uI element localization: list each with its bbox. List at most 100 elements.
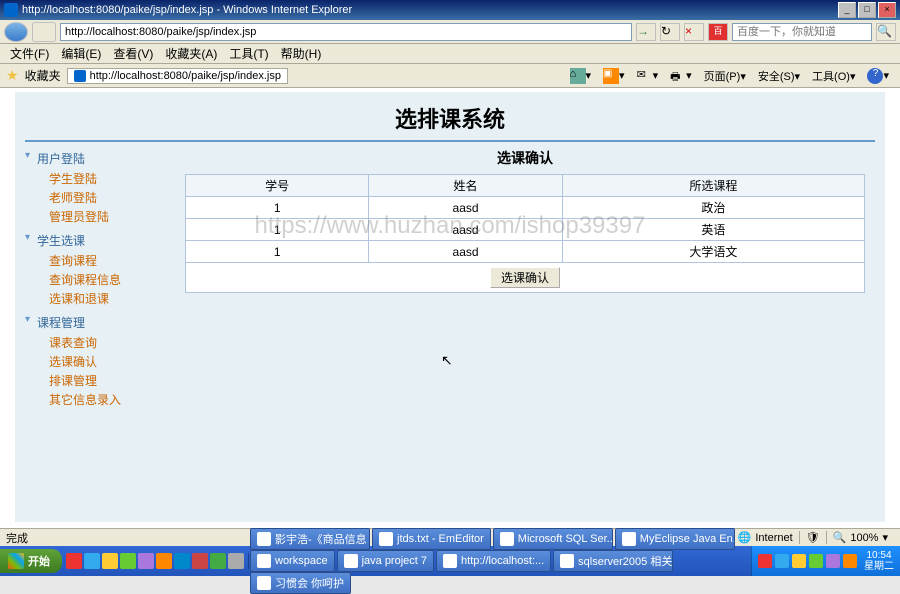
sidebar-item[interactable]: 查询课程信息 <box>25 270 175 289</box>
task-label: java project 7 <box>362 555 427 567</box>
taskbar-task[interactable]: 习惯会 你呵护 <box>250 572 351 594</box>
sidebar-item[interactable]: 管理员登陆 <box>25 207 175 226</box>
sidebar-item[interactable]: 其它信息录入 <box>25 390 175 409</box>
table-cell: aasd <box>369 219 562 241</box>
ql-icon[interactable] <box>138 553 154 569</box>
browser-tab[interactable]: http://localhost:8080/paike/jsp/index.js… <box>67 68 288 84</box>
taskbar-task[interactable]: sqlserver2005 相关 <box>553 550 673 572</box>
ql-icon[interactable] <box>156 553 172 569</box>
safety-menu[interactable]: 安全(S)▾ <box>753 66 805 86</box>
sidebar-item[interactable]: 查询课程 <box>25 251 175 270</box>
sidebar-group-header[interactable]: 用户登陆 <box>25 148 175 169</box>
table-cell: 1 <box>186 219 369 241</box>
mail-button[interactable]: ✉▾ <box>632 66 664 86</box>
tray-icon[interactable] <box>792 554 806 568</box>
tray-icon[interactable] <box>809 554 823 568</box>
table-cell: 政治 <box>562 197 864 219</box>
print-button[interactable]: 🖶▾ <box>665 66 697 86</box>
task-label: Microsoft SQL Ser... <box>518 533 613 545</box>
confirm-button[interactable]: 选课确认 <box>490 267 560 288</box>
taskbar-task[interactable]: jtds.txt - EmEditor <box>372 528 491 550</box>
sidebar-group-header[interactable]: 学生选课 <box>25 230 175 251</box>
sidebar-item[interactable]: 选课和退课 <box>25 289 175 308</box>
tray-icon[interactable] <box>826 554 840 568</box>
sidebar-item[interactable]: 老师登陆 <box>25 188 175 207</box>
sidebar: 用户登陆学生登陆老师登陆管理员登陆学生选课查询课程查询课程信息选课和退课课程管理… <box>25 148 175 413</box>
address-input[interactable] <box>60 23 632 41</box>
menu-help[interactable]: 帮助(H) <box>275 43 328 64</box>
ql-icon[interactable] <box>174 553 190 569</box>
task-label: MyEclipse Java En... <box>640 533 735 545</box>
window-title: http://localhost:8080/paike/jsp/index.js… <box>22 4 352 16</box>
table-cell: 1 <box>186 197 369 219</box>
ql-icon[interactable] <box>210 553 226 569</box>
task-icon <box>344 554 358 568</box>
menu-view[interactable]: 查看(V) <box>107 43 159 64</box>
taskbar-task[interactable]: http://localhost:... <box>436 550 551 572</box>
close-button[interactable]: × <box>878 2 896 18</box>
task-label: 影宇浩-《商品信息 <box>275 531 367 547</box>
zoom-icon: 🔍 <box>833 531 847 544</box>
menu-edit[interactable]: 编辑(E) <box>55 43 107 64</box>
menu-favorites[interactable]: 收藏夹(A) <box>159 43 223 64</box>
task-icon <box>379 532 393 546</box>
divider <box>25 140 875 142</box>
stop-button[interactable]: × <box>684 23 704 41</box>
taskbar-task[interactable]: Microsoft SQL Ser... <box>493 528 613 550</box>
favorites-star-icon[interactable]: ★ <box>6 67 19 84</box>
table-cell: aasd <box>369 197 562 219</box>
page-menu[interactable]: 页面(P)▾ <box>699 66 751 86</box>
maximize-button[interactable]: □ <box>858 2 876 18</box>
sidebar-item[interactable]: 课表查询 <box>25 333 175 352</box>
tray-icon[interactable] <box>843 554 857 568</box>
task-icon <box>257 554 271 568</box>
favorites-bar: ★ 收藏夹 http://localhost:8080/paike/jsp/in… <box>0 64 900 88</box>
table-cell: 1 <box>186 241 369 263</box>
clock[interactable]: 10:54 星期二 <box>864 550 894 572</box>
ql-icon[interactable] <box>84 553 100 569</box>
table-header: 姓名 <box>369 175 562 197</box>
sidebar-item[interactable]: 选课确认 <box>25 352 175 371</box>
minimize-button[interactable]: _ <box>838 2 856 18</box>
taskbar-task[interactable]: java project 7 <box>337 550 434 572</box>
task-label: jtds.txt - EmEditor <box>397 533 484 545</box>
windows-logo-icon <box>8 553 24 569</box>
menu-tools[interactable]: 工具(T) <box>223 43 274 64</box>
search-provider-icon[interactable]: 百 <box>708 23 728 41</box>
taskbar: 开始 影宇浩-《商品信息jtds.txt - EmEditorMicrosoft… <box>0 546 900 576</box>
home-button[interactable]: ⌂▾ <box>565 66 597 86</box>
help-button[interactable]: ?▾ <box>862 66 894 86</box>
table-row: 1aasd大学语文 <box>186 241 865 263</box>
refresh-button[interactable]: ↻ <box>660 23 680 41</box>
menu-file[interactable]: 文件(F) <box>4 43 55 64</box>
task-icon <box>500 532 514 546</box>
status-text: 完成 <box>6 530 28 546</box>
sidebar-item[interactable]: 学生登陆 <box>25 169 175 188</box>
task-label: 习惯会 你呵护 <box>275 575 344 591</box>
ql-icon[interactable] <box>120 553 136 569</box>
search-input[interactable] <box>732 23 872 41</box>
taskbar-task[interactable]: MyEclipse Java En... <box>615 528 735 550</box>
zoom-level[interactable]: 🔍 100% ▾ <box>826 531 894 544</box>
ql-icon[interactable] <box>66 553 82 569</box>
table-cell: 英语 <box>562 219 864 241</box>
taskbar-task[interactable]: 影宇浩-《商品信息 <box>250 528 370 550</box>
feeds-button[interactable]: ▣▾ <box>598 66 630 86</box>
tray-icon[interactable] <box>775 554 789 568</box>
go-button[interactable]: → <box>636 23 656 41</box>
tray-icon[interactable] <box>758 554 772 568</box>
security-zone[interactable]: 🌐 Internet <box>731 531 799 544</box>
forward-button[interactable] <box>32 22 56 42</box>
tools-menu[interactable]: 工具(O)▾ <box>807 66 860 86</box>
start-button[interactable]: 开始 <box>0 549 62 573</box>
ql-icon[interactable] <box>192 553 208 569</box>
sidebar-group-header[interactable]: 课程管理 <box>25 312 175 333</box>
favorites-label[interactable]: 收藏夹 <box>25 67 61 84</box>
table-header: 学号 <box>186 175 369 197</box>
search-button[interactable]: 🔍 <box>876 23 896 41</box>
ql-icon[interactable] <box>228 553 244 569</box>
back-button[interactable] <box>4 22 28 42</box>
taskbar-task[interactable]: workspace <box>250 550 335 572</box>
sidebar-item[interactable]: 排课管理 <box>25 371 175 390</box>
ql-icon[interactable] <box>102 553 118 569</box>
